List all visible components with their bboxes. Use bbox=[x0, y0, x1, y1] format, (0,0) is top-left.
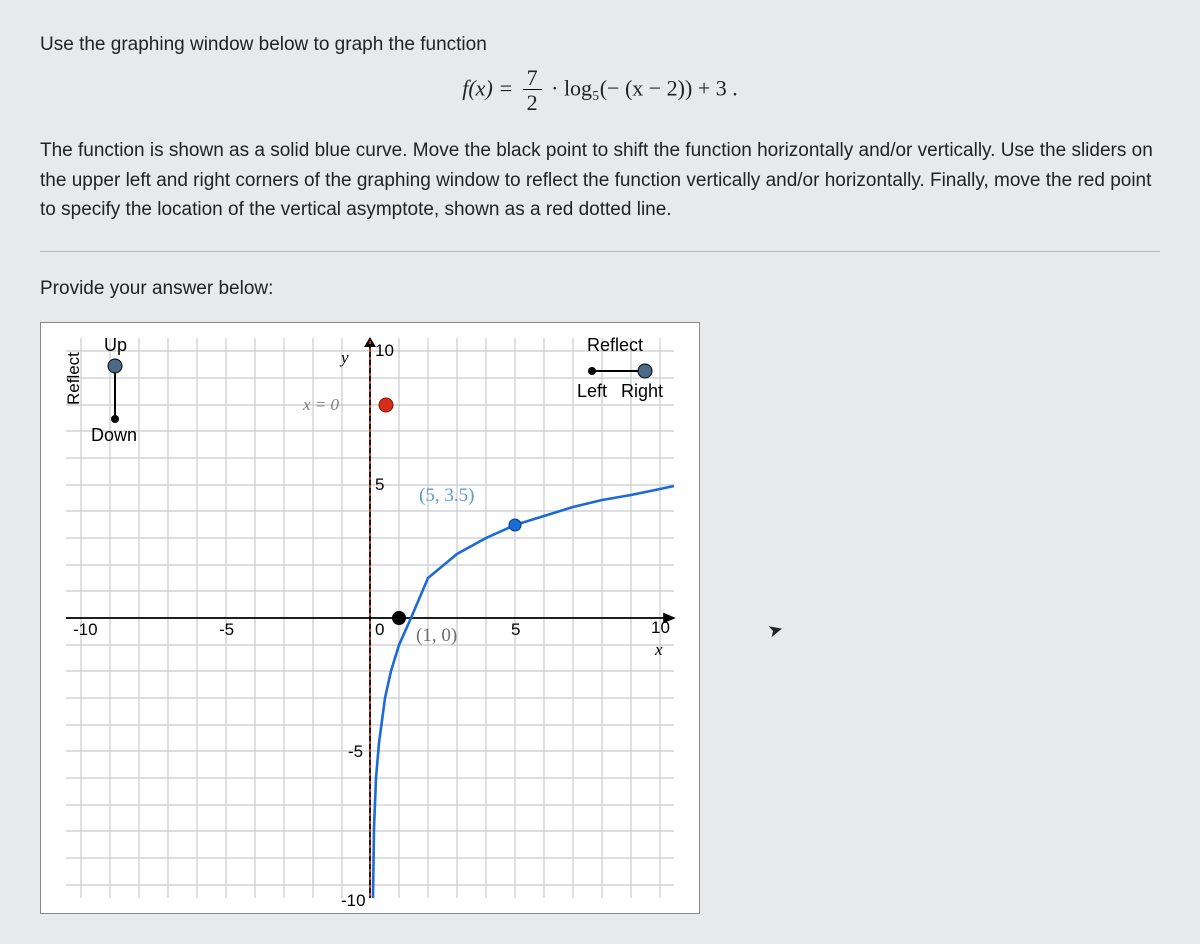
svg-text:0: 0 bbox=[375, 620, 384, 639]
cursor-icon: ➤ bbox=[766, 618, 786, 642]
svg-text:-5: -5 bbox=[219, 620, 234, 639]
asymptote-label: x = 0 bbox=[302, 395, 340, 414]
divider bbox=[40, 251, 1160, 252]
svg-text:-10: -10 bbox=[341, 891, 366, 910]
svg-text:-10: -10 bbox=[73, 620, 98, 639]
svg-text:y: y bbox=[339, 348, 349, 367]
svg-text:10: 10 bbox=[651, 618, 670, 637]
svg-text:Down: Down bbox=[91, 425, 137, 445]
black-translate-point[interactable] bbox=[392, 611, 406, 625]
function-formula: f(x) = 7 2 · log₅(− (x − 2)) + 3 . bbox=[40, 67, 1160, 114]
svg-text:Left: Left bbox=[577, 381, 607, 401]
svg-text:Right: Right bbox=[621, 381, 663, 401]
blue-curve-point bbox=[509, 519, 521, 531]
svg-text:10: 10 bbox=[375, 341, 394, 360]
svg-text:Reflect: Reflect bbox=[587, 335, 643, 355]
asymptote-red-point[interactable] bbox=[379, 398, 393, 412]
svg-text:-5: -5 bbox=[348, 742, 363, 761]
svg-text:Up: Up bbox=[104, 335, 127, 355]
graphing-window[interactable]: -10 -5 0 5 10 10 5 -5 -10 y x x = 0 (5, … bbox=[40, 322, 700, 914]
blue-point-label: (5, 3.5) bbox=[419, 485, 474, 506]
answer-label: Provide your answer below: bbox=[40, 278, 1160, 300]
instruction-line-1: Use the graphing window below to graph t… bbox=[40, 30, 1160, 59]
reflect-horizontal-slider[interactable]: Reflect Left Right bbox=[577, 335, 663, 401]
instruction-paragraph: The function is shown as a solid blue cu… bbox=[40, 136, 1160, 224]
svg-text:5: 5 bbox=[511, 620, 520, 639]
curve bbox=[373, 486, 674, 898]
graph-svg: -10 -5 0 5 10 10 5 -5 -10 y x x = 0 (5, … bbox=[41, 323, 699, 913]
svg-text:x: x bbox=[654, 640, 663, 659]
svg-text:Reflect: Reflect bbox=[64, 352, 83, 405]
black-point-label: (1, 0) bbox=[416, 625, 457, 646]
svg-text:5: 5 bbox=[375, 475, 384, 494]
tick-labels: -10 -5 0 5 10 10 5 -5 -10 y x bbox=[73, 341, 670, 910]
